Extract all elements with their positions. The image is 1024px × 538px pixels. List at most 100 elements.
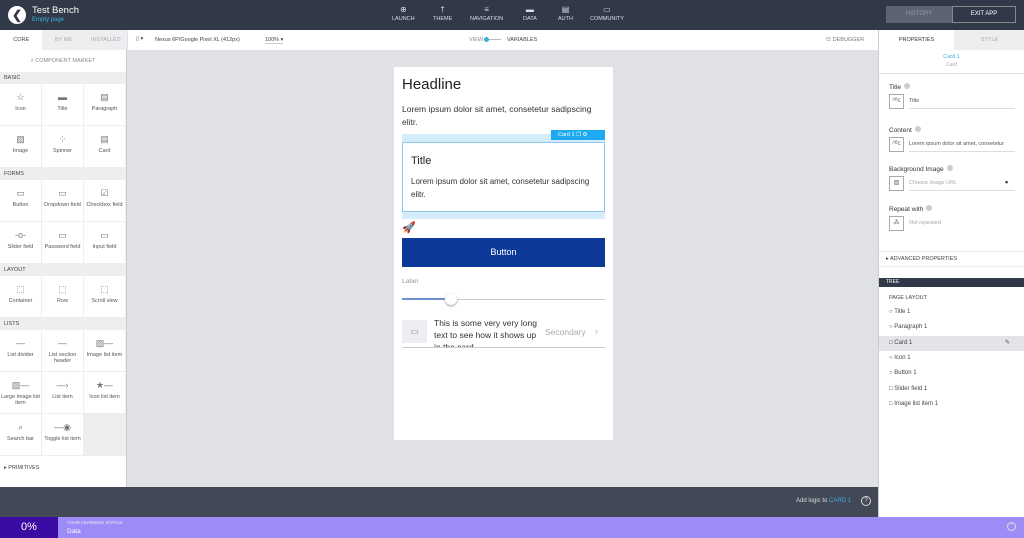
card-title: Title (411, 155, 432, 167)
tab-installed[interactable]: INSTALLED (85, 30, 127, 50)
component-list-divider[interactable]: — List divider (0, 330, 41, 371)
component-label: Search bar (7, 436, 34, 442)
expand-icon[interactable]: ^ (1007, 522, 1016, 531)
edit-icon[interactable]: ✎ (1005, 336, 1010, 351)
advanced-properties-toggle[interactable]: ▸ ADVANCED PROPERTIES (879, 251, 1024, 267)
component-checkbox-field[interactable]: ☑ Checkbox field (84, 180, 125, 221)
component-input-field[interactable]: ▭ Input field (84, 222, 125, 263)
info-icon[interactable] (904, 83, 911, 89)
component-label: Icon list item (89, 394, 120, 400)
prop-type-icon[interactable]: ▨ (889, 176, 904, 191)
nav-community[interactable]: ▭ COMMUNITY (590, 5, 624, 22)
rocket-icon[interactable]: 🚀 (402, 221, 416, 234)
tree-header: TREE (879, 278, 1024, 287)
tab-style[interactable]: STYLE (954, 30, 1024, 50)
nav-launch[interactable]: ⊕ LAUNCH (392, 5, 415, 22)
prop-type-icon[interactable]: ᴬᴮc (889, 137, 904, 152)
debugger-icon: ⛫ (826, 37, 833, 43)
prop-input[interactable]: Lorem ipsum dolor sit amet, consetetur (909, 137, 1015, 152)
component-list-item[interactable]: —› List item (42, 372, 83, 413)
device-select[interactable]: Nexus 6P/Google Pixel XL (412px) (155, 37, 240, 43)
nav-theme[interactable]: † THEME (433, 5, 452, 22)
prop-input[interactable]: Title (909, 94, 1015, 109)
logic-target[interactable]: CARD 1 (829, 498, 851, 504)
history-button[interactable]: HISTORY (886, 6, 952, 23)
card[interactable]: Title Lorem ipsum dolor sit amet, conset… (402, 142, 605, 212)
help-icon[interactable]: ? (861, 496, 871, 506)
component-image-list-item[interactable]: ▨— Image list item (84, 330, 125, 371)
variables-label[interactable]: VARIABLES (507, 37, 537, 43)
section-basic: BASIC (0, 72, 126, 84)
zoom-select[interactable]: 100% ▾ (265, 37, 284, 44)
copy-icon[interactable]: ❐ (576, 132, 581, 138)
exit-app-button[interactable]: EXIT APP (952, 6, 1016, 23)
folder-icon: ▬ (525, 5, 534, 14)
prop-type-icon[interactable]: ⁂ (889, 216, 904, 231)
headline[interactable]: Headline (402, 76, 461, 93)
slider-field[interactable] (402, 293, 605, 305)
slider-thumb[interactable] (444, 293, 457, 305)
info-icon[interactable] (946, 165, 953, 171)
tree-item[interactable]: ○ Paragraph 1 (879, 320, 1024, 335)
learning-bar[interactable]: YOUR LEARNING STATUS Data ^ (0, 517, 1024, 538)
card-badge[interactable]: Card 1 ❐ ⚙ (551, 130, 605, 140)
debugger-button[interactable]: ⛫ DEBUGGER (826, 37, 864, 44)
tree-item[interactable]: ○ Icon 1 (879, 351, 1024, 366)
component-search-bar[interactable]: ⌕ Search bar (0, 414, 41, 455)
component-list-section-header[interactable]: — List section header (42, 330, 83, 371)
info-icon[interactable] (926, 205, 933, 211)
component-label: Row (56, 298, 68, 304)
component-dropdown-field[interactable]: ▭ Dropdown field (42, 180, 83, 221)
component-paragraph[interactable]: ▤ Paragraph (84, 84, 125, 125)
component-large-image-list-item[interactable]: ▨— Large image list item (0, 372, 41, 413)
image-icon: ▨ (16, 134, 25, 144)
page-selector[interactable]: Empty page (32, 17, 64, 23)
component-toggle-list-item[interactable]: —◉ Toggle list item (42, 414, 83, 455)
component-container[interactable]: ⬚ Container (0, 276, 41, 317)
component-icon[interactable]: ☆ Icon (0, 84, 41, 125)
component-row[interactable]: ⬚ Row (42, 276, 83, 317)
component-title[interactable]: ▬ Title (42, 84, 83, 125)
tree-item[interactable]: □ Slider field 1 (879, 382, 1024, 397)
button[interactable]: Button (402, 238, 605, 267)
app-logo-icon[interactable]: ❮ (8, 6, 26, 24)
tree-item[interactable]: □ Image list item 1 (879, 397, 1024, 412)
tab-core[interactable]: CORE (0, 30, 43, 50)
component-market-button[interactable]: ⌕ COMPONENT MARKET (0, 50, 126, 72)
info-icon[interactable] (914, 126, 921, 132)
component-image[interactable]: ▨ Image (0, 126, 41, 167)
tab-by-me[interactable]: BY ME (42, 30, 84, 50)
nav-data[interactable]: ▬ DATA (523, 5, 537, 22)
prop-input[interactable]: Not repeated (909, 216, 1015, 231)
nav-label: NAVIGATION (470, 16, 504, 22)
component-slider-field[interactable]: -o- Slider field (0, 222, 41, 263)
prop-type-icon[interactable]: ᴬᴮc (889, 94, 904, 109)
component-password-field[interactable]: ▭ Password field (42, 222, 83, 263)
tree-item[interactable]: ○ Title 1 (879, 305, 1024, 320)
settings-icon[interactable]: ⚙ (583, 132, 588, 138)
component-icon-list-item[interactable]: ★— Icon list item (84, 372, 125, 413)
tab-properties[interactable]: PROPERTIES (879, 30, 954, 50)
component-spinner[interactable]: ⁘ Spinner (42, 126, 83, 167)
tree-item[interactable]: □ Card 1 ✎ (879, 335, 1024, 351)
paragraph[interactable]: Lorem ipsum dolor sit amet, consetetur s… (402, 103, 607, 129)
navigation-icon: ≡ (484, 5, 489, 14)
section-forms: FORMS (0, 168, 126, 180)
checkbox-field-icon: ☑ (100, 188, 109, 198)
component-label: Card (98, 148, 111, 154)
view-toggle[interactable] (484, 37, 502, 42)
tree-item[interactable]: ○ Button 1 (879, 366, 1024, 381)
component-label: Input field (92, 244, 117, 250)
component-scroll-view[interactable]: ⬚ Scroll view (84, 276, 125, 317)
component-card[interactable]: ▤ Card (84, 126, 125, 167)
nav-navigation[interactable]: ≡ NAVIGATION (470, 5, 503, 22)
nav-auth[interactable]: ▤ AUTH (558, 5, 573, 22)
component-button[interactable]: ▭ Button (0, 180, 41, 221)
prop-input[interactable]: Choose image URL (909, 176, 1015, 191)
device-icon[interactable]: ▯ ▾ (136, 36, 143, 42)
list-section-header-icon: — (58, 338, 67, 348)
component-label: Toggle list item (44, 436, 81, 442)
image-picker-icon[interactable]: ▪ (1005, 177, 1008, 187)
primitives-section[interactable]: ▸ PRIMITIVES (0, 462, 126, 474)
image-list-item[interactable]: ▭ This is some very very long text to se… (402, 317, 605, 348)
